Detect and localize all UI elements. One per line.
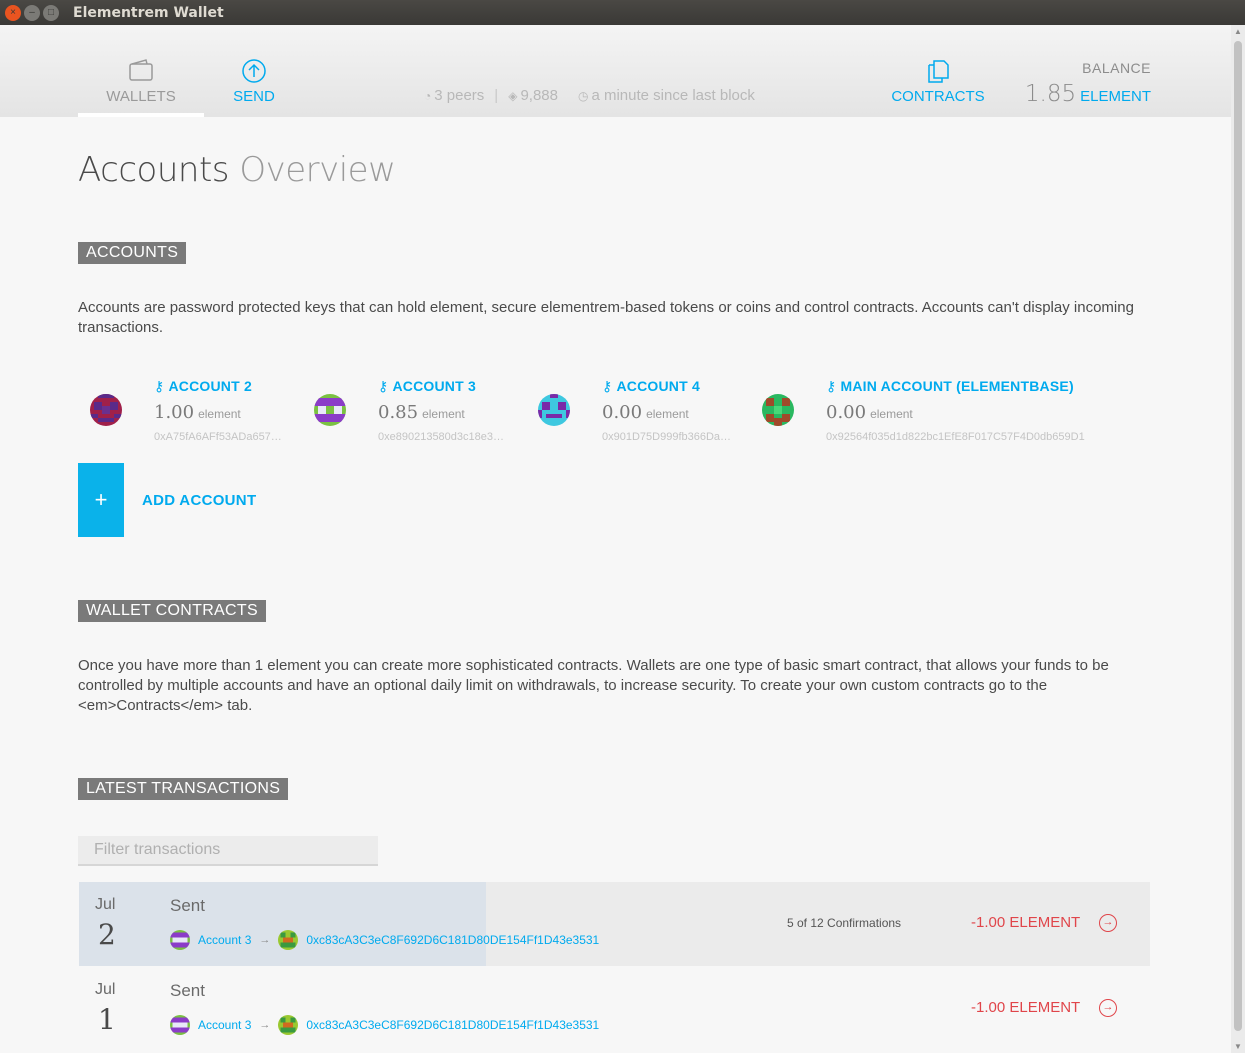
arrow-right-icon: →	[259, 1019, 271, 1031]
scroll-down-icon[interactable]: ▼	[1234, 1042, 1242, 1051]
accounts-description: Accounts are password protected keys tha…	[78, 299, 1134, 336]
wallet-contracts-description: Once you have more than 1 element you ca…	[78, 657, 1109, 714]
identicon-avatar	[538, 394, 570, 426]
tx-day: 1	[98, 1003, 116, 1036]
clock-icon: ◷	[577, 88, 589, 103]
peers-count: 3 peers	[434, 87, 485, 104]
account-address: 0x901D75D999fb366Da…	[602, 431, 732, 443]
tx-month: Jul	[95, 981, 116, 998]
nav-wallets-label: WALLETS	[106, 88, 176, 105]
from-identicon-avatar	[170, 930, 190, 950]
key-icon: ⚷	[378, 378, 389, 394]
tx-month: Jul	[95, 896, 116, 913]
account-balance: 0.00 element	[602, 402, 689, 423]
tx-route: Account 3 → 0xc83cA3C3eC8F692D6C181D80DE…	[170, 1015, 599, 1035]
filter-transactions-input[interactable]	[78, 836, 378, 866]
window-titlebar: × – □ Elementrem Wallet	[0, 0, 1245, 25]
nav-send[interactable]: SEND	[216, 25, 292, 117]
account-balance: 1.00 element	[154, 402, 241, 423]
tx-route: Account 3 → 0xc83cA3C3eC8F692D6C181D80DE…	[170, 930, 599, 950]
accounts-heading: ACCOUNTS	[78, 242, 187, 264]
key-icon: ⚷	[826, 378, 837, 394]
confirmation-progress	[79, 882, 486, 966]
balance-unit[interactable]: ELEMENT	[1080, 88, 1151, 105]
to-identicon-avatar	[278, 1015, 299, 1035]
account-name[interactable]: ⚷ ACCOUNT 4	[602, 378, 700, 395]
balance-value: 1.85	[1024, 81, 1077, 107]
block-number: 9,888	[520, 87, 558, 104]
identicon-avatar	[762, 394, 794, 426]
add-account-label[interactable]: ADD ACCOUNT	[142, 492, 256, 509]
tx-amount: -1.00 ELEMENT	[971, 999, 1081, 1016]
transaction-row[interactable]: Jul 1 Sent Account 3 → 0xc83cA3C3eC8F692…	[79, 967, 1150, 1051]
close-window-button[interactable]: ×	[5, 4, 21, 21]
transaction-row[interactable]: Jul 2 Sent Account 3 → 0xc83cA3C3eC8F692…	[79, 882, 1150, 966]
key-icon: ⚷	[154, 378, 165, 394]
network-status: ◔ 3 peers | ◈ 9,888 ◷ a minute since las…	[424, 87, 755, 104]
total-balance: 1.85 ELEMENT	[1025, 81, 1151, 107]
tx-type: Sent	[170, 896, 205, 915]
arrow-right-icon: →	[259, 934, 271, 946]
tx-from-link[interactable]: Account 3	[198, 1018, 251, 1032]
arrow-up-circle-icon	[242, 59, 266, 83]
nav-contracts-label: CONTRACTS	[891, 88, 985, 105]
identicon-avatar	[314, 394, 346, 426]
block-icon: ◈	[508, 88, 518, 103]
account-balance: 0.00 element	[826, 402, 913, 423]
page-title: Accounts Overview	[78, 150, 396, 190]
account-name[interactable]: ⚷ ACCOUNT 3	[378, 378, 476, 395]
identicon-avatar	[90, 394, 122, 426]
account-address: 0xA75fA6AFf53ADa657…	[154, 431, 282, 443]
account-address: 0xe890213580d3c18e3…	[378, 431, 505, 443]
peers-icon: ◔	[424, 88, 432, 103]
maximize-window-button[interactable]: □	[43, 4, 59, 21]
vertical-scrollbar[interactable]: ▲ ▼	[1231, 25, 1245, 1053]
tx-type: Sent	[170, 981, 205, 1000]
contracts-icon	[928, 60, 949, 83]
arrow-right-circle-icon[interactable]: →	[1099, 999, 1117, 1017]
latest-transactions-heading: LATEST TRANSACTIONS	[78, 778, 289, 800]
arrow-right-circle-icon[interactable]: →	[1099, 914, 1117, 932]
tx-confirmations: 5 of 12 Confirmations	[787, 916, 902, 930]
scroll-up-icon[interactable]: ▲	[1234, 27, 1242, 36]
to-identicon-avatar	[278, 930, 299, 950]
tx-from-link[interactable]: Account 3	[198, 933, 251, 947]
add-account-button[interactable]: +	[78, 463, 124, 537]
app-header: WALLETS SEND ◔ 3 peers | ◈ 9,888 ◷ a min…	[0, 25, 1231, 117]
balance-label: BALANCE	[1082, 60, 1151, 76]
minimize-window-button[interactable]: –	[24, 4, 40, 21]
nav-wallets[interactable]: WALLETS	[78, 25, 204, 117]
wallet-contracts-heading: WALLET CONTRACTS	[78, 600, 266, 622]
tx-to-link[interactable]: 0xc83cA3C3eC8F692D6C181D80DE154Ff1D43e35…	[306, 1018, 599, 1032]
tx-day: 2	[98, 918, 116, 951]
nav-contracts[interactable]: CONTRACTS	[890, 25, 986, 117]
nav-send-label: SEND	[233, 88, 275, 105]
wallet-icon	[129, 59, 153, 81]
account-name[interactable]: ⚷ MAIN ACCOUNT (ELEMENTBASE)	[826, 378, 1074, 395]
tx-amount: -1.00 ELEMENT	[971, 914, 1081, 931]
account-address: 0x92564f035d1d822bc1EfE8F017C57F4D0db659…	[826, 431, 1085, 443]
account-balance: 0.85 element	[378, 402, 465, 423]
last-block-time: a minute since last block	[591, 87, 755, 104]
key-icon: ⚷	[602, 378, 613, 394]
from-identicon-avatar	[170, 1015, 190, 1035]
tx-to-link[interactable]: 0xc83cA3C3eC8F692D6C181D80DE154Ff1D43e35…	[306, 933, 599, 947]
window-title: Elementrem Wallet	[73, 4, 224, 21]
account-name[interactable]: ⚷ ACCOUNT 2	[154, 378, 252, 395]
scroll-thumb[interactable]	[1234, 41, 1242, 1031]
